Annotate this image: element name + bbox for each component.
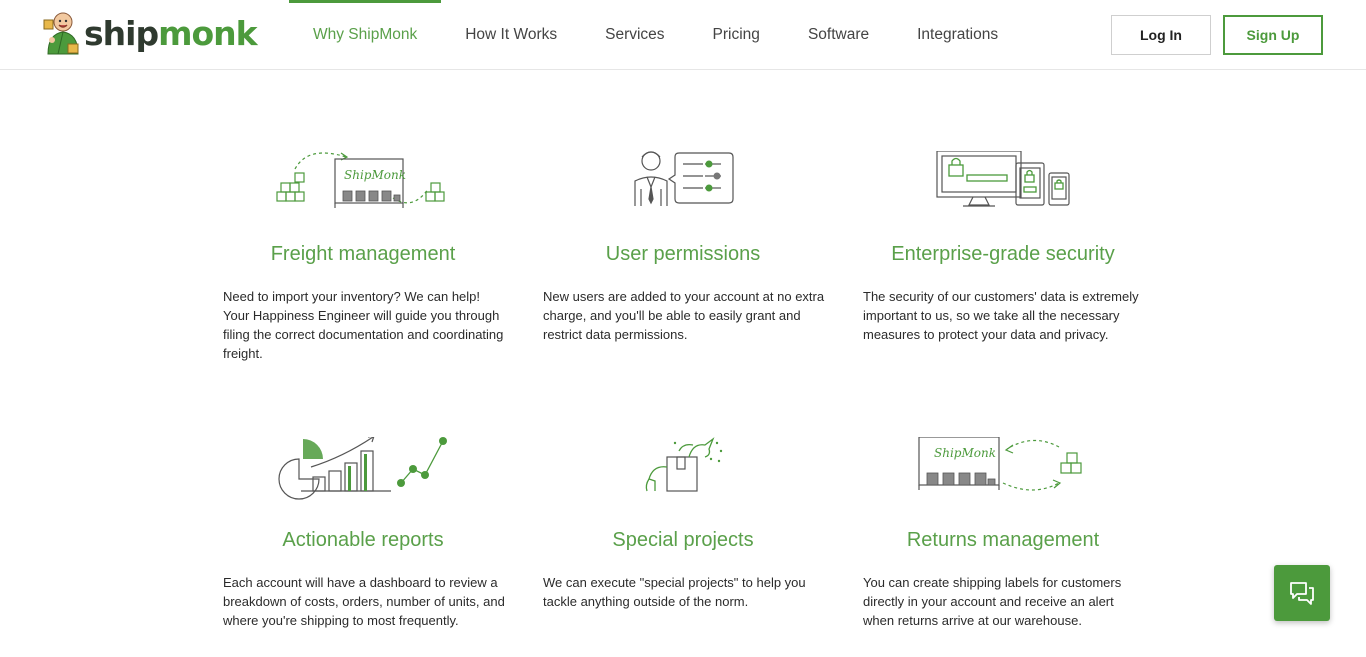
- logo-wordmark: shipmonk: [84, 13, 258, 53]
- freight-icon: ShipMonk: [276, 152, 445, 208]
- feature-description: New users are added to your account at n…: [543, 289, 825, 342]
- feature-title: Special projects: [612, 529, 754, 551]
- feature-description: The security of our customers' data is e…: [863, 289, 1139, 342]
- feature-title: Actionable reports: [282, 529, 444, 551]
- reports-icon: [278, 437, 447, 500]
- unicorn-box-icon: [645, 437, 723, 492]
- nav-why-shipmonk[interactable]: Why ShipMonk: [289, 0, 442, 70]
- feature-title: Freight management: [270, 243, 456, 265]
- warehouse-sign-text: ShipMonk: [934, 446, 996, 460]
- nav-integrations[interactable]: Integrations: [893, 0, 1022, 70]
- nav-services[interactable]: Services: [581, 0, 688, 70]
- feature-description: We can execute "special projects" to hel…: [543, 575, 806, 609]
- monk-mascot-icon: [43, 12, 79, 55]
- nav-software[interactable]: Software: [784, 0, 893, 70]
- nav-how-it-works[interactable]: How It Works: [441, 0, 581, 70]
- site-header: shipmonk Why ShipMonk How It Works Servi…: [0, 0, 1366, 70]
- returns-icon: ShipMonk: [918, 437, 1082, 491]
- feature-description: You can create shipping labels for custo…: [863, 575, 1122, 628]
- shipmonk-logo[interactable]: shipmonk: [42, 10, 258, 56]
- feature-description: Need to import your inventory? We can he…: [223, 289, 504, 361]
- feature-description: Each account will have a dashboard to re…: [223, 575, 505, 628]
- login-button[interactable]: Log In: [1111, 15, 1211, 55]
- feature-title: User permissions: [605, 243, 761, 265]
- logo-text-ship: ship: [84, 13, 159, 53]
- chat-button[interactable]: [1274, 565, 1330, 621]
- main-nav: Why ShipMonk How It Works Services Prici…: [289, 0, 1022, 70]
- feature-title: Enterprise-grade security: [891, 243, 1115, 265]
- logo-text-monk: monk: [158, 13, 257, 53]
- chat-icon: [1290, 582, 1314, 605]
- feature-title: Returns management: [906, 529, 1100, 551]
- warehouse-sign-text: ShipMonk: [344, 168, 406, 182]
- security-icon: [936, 151, 1070, 207]
- signup-button[interactable]: Sign Up: [1223, 15, 1323, 55]
- nav-pricing[interactable]: Pricing: [689, 0, 784, 70]
- user-permissions-icon: [634, 151, 734, 206]
